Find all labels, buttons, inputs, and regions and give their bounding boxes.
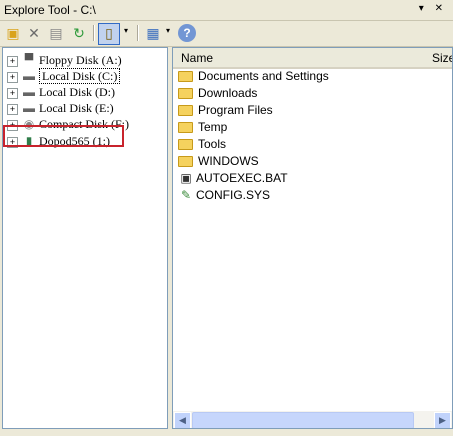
scrollbar-thumb[interactable] <box>192 412 414 428</box>
file-name: Tools <box>198 137 227 151</box>
list-header: Name Size <box>173 48 452 69</box>
tree-item-label: Local Disk (D:) <box>39 85 115 99</box>
delete-icon[interactable]: ✕ <box>25 24 43 42</box>
folder-icon <box>178 156 193 168</box>
list-item[interactable]: ▣AUTOEXEC.BAT0 <box>178 170 452 187</box>
view-mode-dropdown-arrow[interactable]: ▾ <box>166 26 170 35</box>
scroll-left-icon[interactable]: ◀ <box>174 412 191 428</box>
menu-arrow-icon[interactable]: ▾ <box>419 3 428 14</box>
drive-icon: ▬ <box>23 69 35 83</box>
list-item[interactable]: Documents and Settings <box>178 68 329 85</box>
new-folder-icon[interactable]: ▣ <box>4 24 22 42</box>
tree-item-floppy[interactable]: + ▀ Floppy Disk (A:) <box>7 52 122 68</box>
column-header-name[interactable]: Name <box>181 51 213 65</box>
file-name: AUTOEXEC.BAT <box>196 171 288 185</box>
file-name: WINDOWS <box>198 154 259 168</box>
tree-item-local-e[interactable]: + ▬ Local Disk (E:) <box>7 100 114 116</box>
refresh-icon[interactable]: ↻ <box>70 24 88 42</box>
column-header-size[interactable]: Size <box>432 51 452 65</box>
toolbar-separator <box>93 25 95 41</box>
expand-icon[interactable]: + <box>7 71 18 83</box>
copy-icon[interactable]: ▤ <box>47 24 65 42</box>
list-item[interactable]: Temp <box>178 119 227 136</box>
status-bar <box>0 429 453 436</box>
tree-item-label: Local Disk (C:) <box>39 68 121 84</box>
file-list-pane[interactable]: Name Size Documents and Settings Downloa… <box>172 47 453 429</box>
drive-icon: ▬ <box>23 85 35 99</box>
batch-file-icon: ▣ <box>180 171 192 185</box>
list-item[interactable]: Program Files <box>178 102 273 119</box>
window-title: Explore Tool - C:\ <box>4 3 96 17</box>
toolbar-separator <box>137 25 139 41</box>
folder-icon <box>178 122 193 134</box>
file-name: CONFIG.SYS <box>196 188 271 202</box>
list-item[interactable]: ✎CONFIG.SYS0 <box>178 187 452 204</box>
close-icon[interactable]: ✕ <box>435 3 447 14</box>
toolbar: ▣ ✕ ▤ ↻ ▯ ▾ ▦ ▾ ? <box>0 21 453 47</box>
file-name: Program Files <box>198 103 273 117</box>
list-item[interactable]: Tools <box>178 136 226 153</box>
horizontal-scrollbar[interactable]: ◀ ▶ <box>173 411 452 428</box>
floppy-icon: ▀ <box>24 53 34 67</box>
help-icon[interactable]: ? <box>178 24 196 42</box>
tree-item-local-c[interactable]: + ▬ Local Disk (C:) <box>7 68 121 84</box>
folder-tree-pane[interactable]: + ▀ Floppy Disk (A:) + ▬ Local Disk (C:) + ▬ L… <box>2 47 168 429</box>
view-dropdown-arrow[interactable]: ▾ <box>124 26 128 35</box>
title-bar: Explore Tool - C:\ ▾ ✕ <box>0 0 453 21</box>
config-file-icon: ✎ <box>180 188 192 202</box>
file-name: Downloads <box>198 86 258 100</box>
expand-icon[interactable]: + <box>7 87 18 99</box>
expand-icon[interactable]: + <box>7 103 18 115</box>
highlight-box <box>3 125 124 147</box>
drive-icon: ▬ <box>23 101 35 115</box>
view-folder-icon[interactable]: ▯ <box>98 23 120 45</box>
folder-icon <box>178 105 193 117</box>
list-item[interactable]: Downloads <box>178 85 257 102</box>
folder-icon <box>178 71 193 83</box>
list-item[interactable]: WINDOWS <box>178 153 259 170</box>
folder-icon <box>178 88 193 100</box>
view-mode-icon[interactable]: ▦ <box>144 24 162 42</box>
tree-item-label: Local Disk (E:) <box>39 101 114 115</box>
title-buttons: ▾ ✕ <box>419 3 447 14</box>
folder-icon <box>178 139 193 151</box>
scroll-right-icon[interactable]: ▶ <box>434 412 451 428</box>
tree-item-local-d[interactable]: + ▬ Local Disk (D:) <box>7 84 115 100</box>
tree-item-label: Floppy Disk (A:) <box>39 53 122 67</box>
expand-icon[interactable]: + <box>7 55 18 67</box>
file-name: Documents and Settings <box>198 69 329 83</box>
file-name: Temp <box>198 120 228 134</box>
